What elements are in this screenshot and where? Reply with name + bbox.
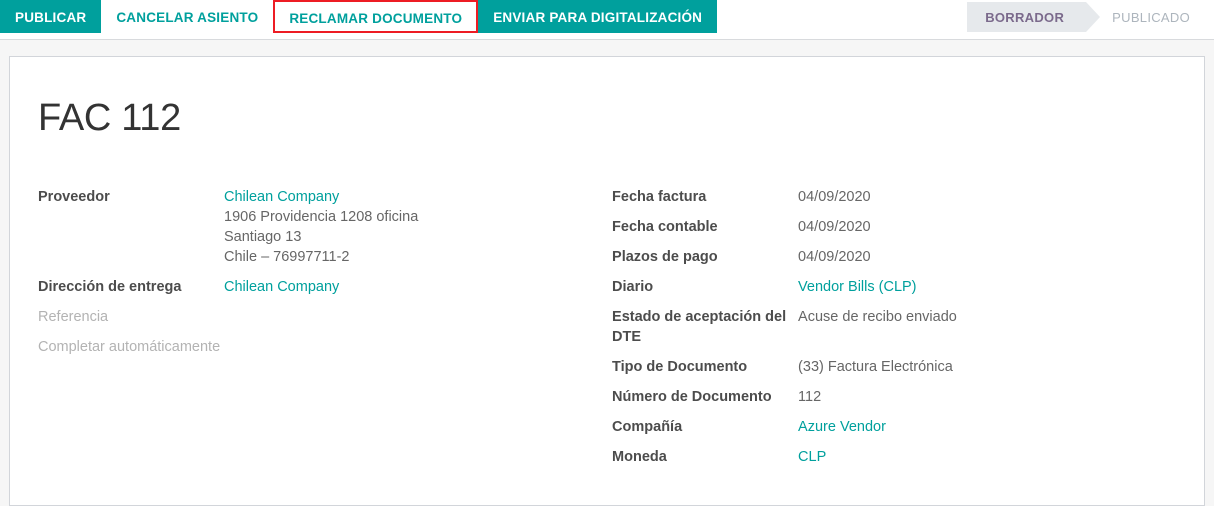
field-label-estado-de-aceptacion-del-dte: Estado de aceptación del DTE [612, 308, 787, 345]
field-label-plazos-de-pago: Plazos de pago [612, 248, 718, 265]
status-step-publicado[interactable]: PUBLICADO [1086, 2, 1206, 32]
statusbar-buttons: PUBLICAR CANCELAR ASIENTO RECLAMAR DOCUM… [0, 0, 718, 33]
cancel-entry-button[interactable]: CANCELAR ASIENTO [101, 0, 273, 33]
vendor-link[interactable]: Chilean Company [224, 189, 339, 205]
field-label-delivery-address: Dirección de entrega [38, 278, 182, 295]
field-label-diario: Diario [612, 278, 654, 295]
field-label-fecha-factura: Fecha factura [612, 188, 707, 205]
right-field-group: Fecha factura 04/09/2020 Fecha contable 04/… [604, 187, 1188, 477]
field-value-diario[interactable]: Vendor Bills (CLP) [798, 277, 1188, 307]
page-title: FAC 112 [38, 97, 181, 139]
field-value-fecha-factura[interactable]: 04/09/2020 [798, 187, 1188, 217]
field-row-delivery-address: Dirección de entrega Chilean Company [38, 277, 604, 307]
field-value-vendor[interactable]: Chilean Company 1906 Providencia 1208 of… [224, 187, 604, 277]
field-row-numero-de-documento: Número de Documento 112 [612, 387, 1188, 417]
moneda-link[interactable]: CLP [798, 449, 826, 465]
field-label-fecha-contable: Fecha contable [612, 218, 718, 235]
field-value-fecha-contable[interactable]: 04/09/2020 [798, 217, 1188, 247]
field-value-compania[interactable]: Azure Vendor [798, 417, 1188, 447]
field-value-autocomplete[interactable] [224, 337, 604, 367]
field-value-tipo-de-documento[interactable]: (33) Factura Electrónica [798, 357, 1188, 387]
status-ribbon: BORRADOR PUBLICADO [967, 2, 1206, 32]
field-row-diario: Diario Vendor Bills (CLP) [612, 277, 1188, 307]
claim-document-button[interactable]: RECLAMAR DOCUMENTO [273, 0, 479, 33]
field-groups: Proveedor Chilean Company 1906 Providenc… [30, 187, 1188, 477]
field-label-reference: Referencia [38, 308, 109, 325]
record-sheet: FAC 112 Proveedor Chilean Company 1906 P… [9, 56, 1205, 506]
delivery-address-link[interactable]: Chilean Company [224, 279, 339, 295]
field-row-fecha-contable: Fecha contable 04/09/2020 [612, 217, 1188, 247]
publish-button[interactable]: PUBLICAR [0, 0, 102, 33]
field-value-reference[interactable] [224, 307, 604, 337]
vendor-address-line-2: Santiago 13 [224, 228, 302, 245]
field-label-tipo-de-documento: Tipo de Documento [612, 358, 748, 375]
field-row-estado-de-aceptacion-del-dte: Estado de aceptación del DTE Acuse de rec… [612, 307, 1188, 357]
field-row-fecha-factura: Fecha factura 04/09/2020 [612, 187, 1188, 217]
field-row-moneda: Moneda CLP [612, 447, 1188, 477]
right-field-rows: Fecha factura 04/09/2020 Fecha contable 04/… [612, 187, 1188, 477]
field-row-vendor: Proveedor Chilean Company 1906 Providenc… [38, 187, 604, 277]
field-label-vendor: Proveedor [38, 188, 110, 205]
field-row-reference: Referencia [38, 307, 604, 337]
field-value-plazos-de-pago[interactable]: 04/09/2020 [798, 247, 1188, 277]
field-label-moneda: Moneda [612, 448, 667, 465]
field-row-autocomplete: Completar automáticamente [38, 337, 604, 367]
diario-link[interactable]: Vendor Bills (CLP) [798, 279, 916, 295]
field-label-autocomplete: Completar automáticamente [38, 338, 221, 355]
vendor-address-line-1: 1906 Providencia 1208 oficina [224, 208, 419, 225]
status-step-borrador[interactable]: BORRADOR [967, 2, 1101, 32]
field-value-numero-de-documento[interactable]: 112 [798, 387, 1188, 417]
send-for-digitization-button[interactable]: ENVIAR PARA DIGITALIZACIÓN [478, 0, 718, 33]
vendor-address-line-3: Chile – 76997711-2 [224, 248, 350, 265]
field-row-tipo-de-documento: Tipo de Documento (33) Factura Electrónic… [612, 357, 1188, 387]
compania-link[interactable]: Azure Vendor [798, 419, 886, 435]
control-panel: PUBLICAR CANCELAR ASIENTO RECLAMAR DOCUM… [0, 0, 1214, 40]
field-value-estado-de-aceptacion-del-dte[interactable]: Acuse de recibo enviado [798, 307, 1188, 357]
form-view: FAC 112 Proveedor Chilean Company 1906 P… [0, 40, 1214, 506]
field-label-compania: Compañía [612, 418, 683, 435]
field-row-compania: Compañía Azure Vendor [612, 417, 1188, 447]
field-value-moneda[interactable]: CLP [798, 447, 1188, 477]
field-row-plazos-de-pago: Plazos de pago 04/09/2020 [612, 247, 1188, 277]
field-value-delivery-address[interactable]: Chilean Company [224, 277, 604, 307]
field-label-numero-de-documento: Número de Documento [612, 388, 772, 405]
left-field-group: Proveedor Chilean Company 1906 Providenc… [30, 187, 604, 367]
